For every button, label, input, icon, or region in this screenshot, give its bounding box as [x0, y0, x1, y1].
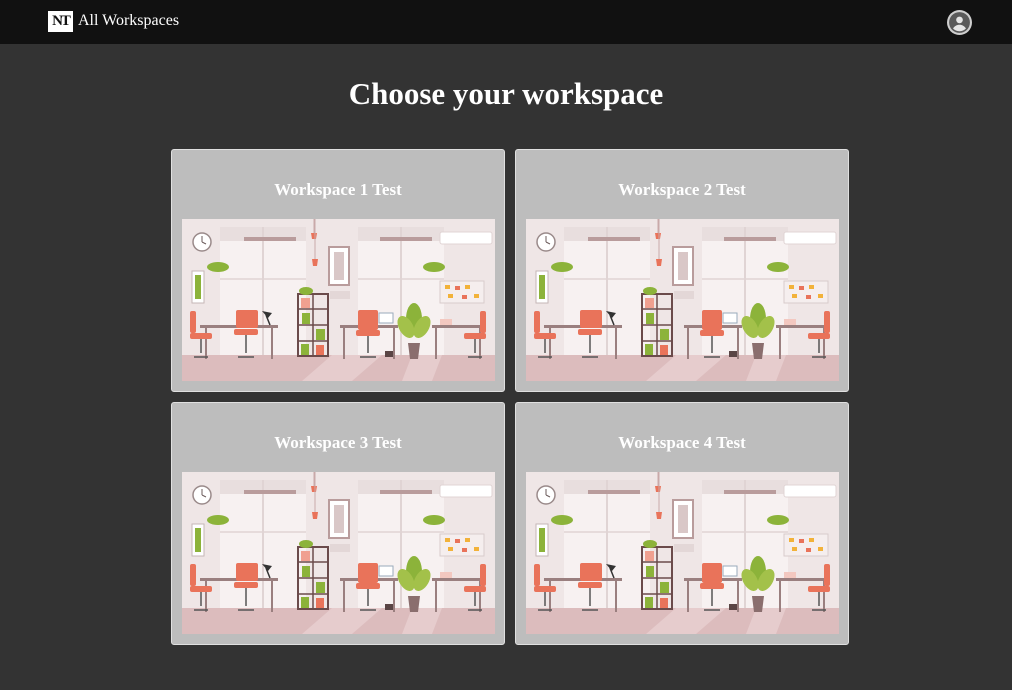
- office-illustration: [182, 472, 495, 634]
- workspace-card-3[interactable]: Workspace 3 Test: [171, 402, 505, 645]
- workspace-card-title: Workspace 3 Test: [274, 433, 402, 452]
- workspace-card-title: Workspace 4 Test: [618, 433, 746, 452]
- workspace-card-2[interactable]: Workspace 2 Test: [515, 149, 849, 392]
- top-bar: NT All Workspaces: [0, 0, 1012, 44]
- app-title[interactable]: All Workspaces: [78, 12, 179, 30]
- workspace-card-title: Workspace 1 Test: [274, 180, 402, 199]
- page-title: Choose your workspace: [348, 76, 664, 111]
- workspace-grid: Workspace 1 Test Workspace 2 Test Worksp…: [171, 149, 850, 646]
- workspace-card-4[interactable]: Workspace 4 Test: [515, 402, 849, 645]
- workspace-card-title: Workspace 2 Test: [618, 180, 746, 199]
- account-circle-icon[interactable]: [947, 10, 972, 35]
- workspace-card-1[interactable]: Workspace 1 Test: [171, 149, 505, 392]
- office-illustration: [182, 219, 495, 381]
- office-illustration: [526, 219, 839, 381]
- office-illustration: [526, 472, 839, 634]
- app-logo[interactable]: NT: [48, 11, 73, 32]
